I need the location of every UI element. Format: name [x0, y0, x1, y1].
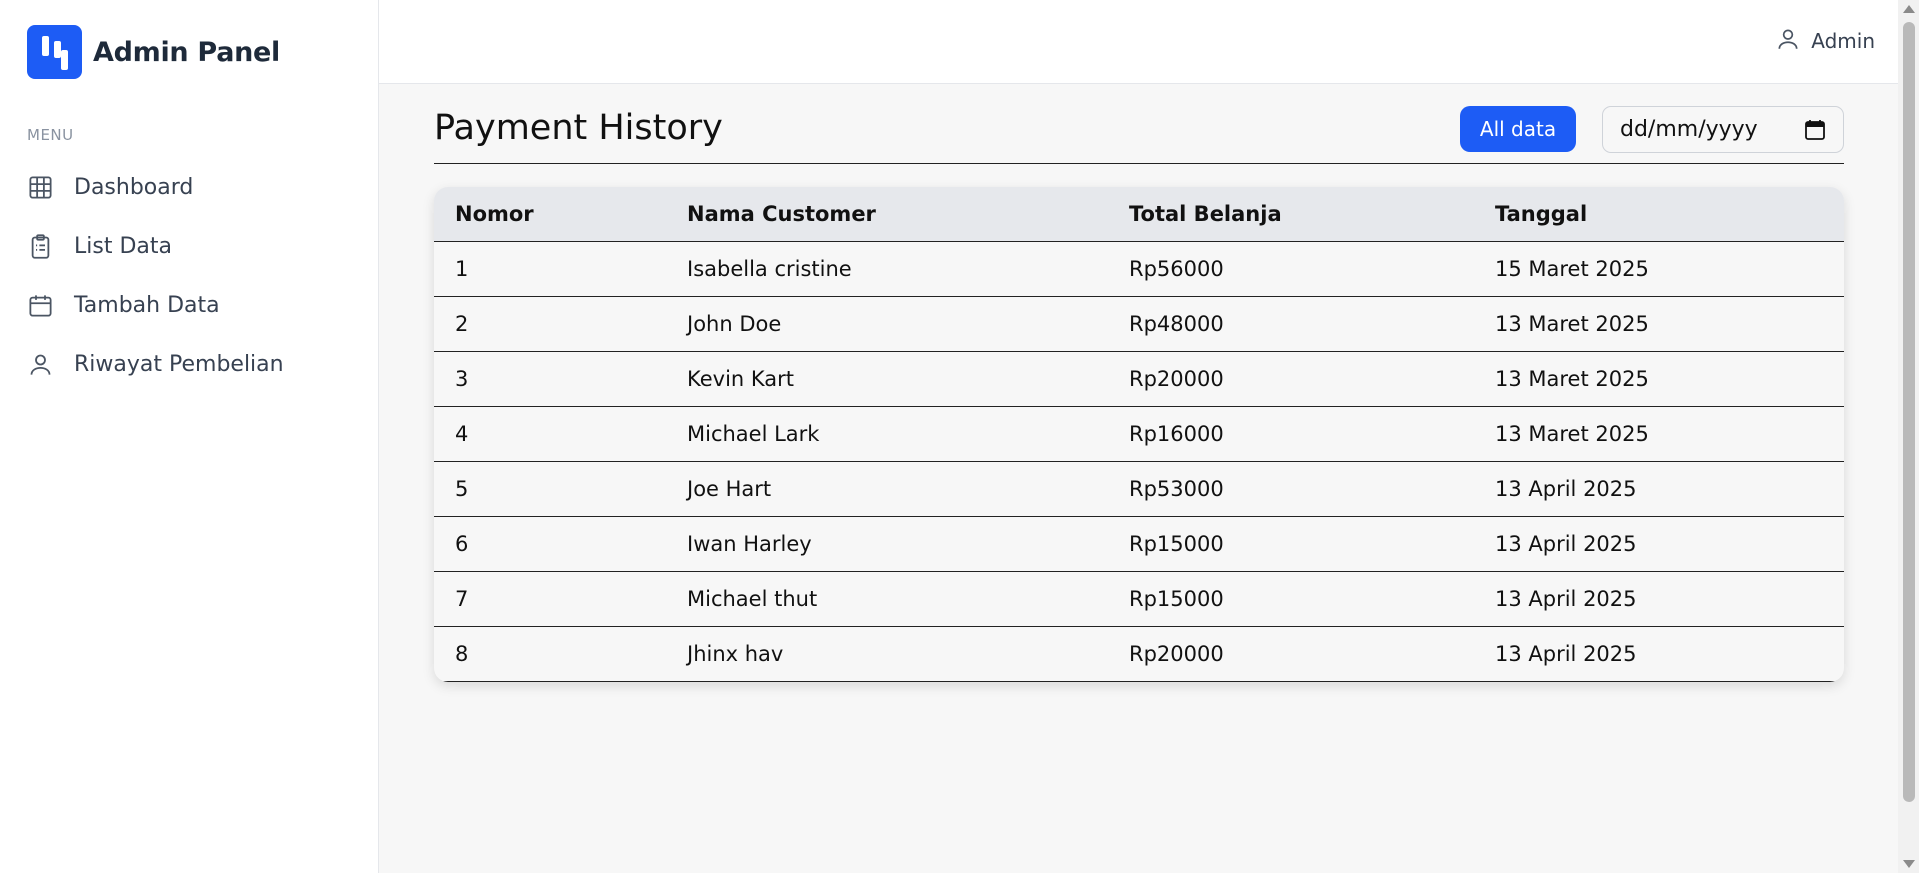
cell-nomor: 6 — [434, 516, 666, 572]
cell-nama-customer: Iwan Harley — [666, 516, 1108, 572]
sidebar-item-label: Riwayat Pembelian — [74, 351, 284, 377]
user-menu[interactable]: Admin — [1775, 26, 1875, 56]
cell-nama-customer: John Doe — [666, 296, 1108, 352]
cell-tanggal: 13 Maret 2025 — [1474, 406, 1844, 462]
brand-title: Admin Panel — [93, 36, 281, 68]
calendar-icon — [27, 291, 63, 319]
cell-tanggal: 13 Maret 2025 — [1474, 351, 1844, 407]
cell-tanggal: 13 April 2025 — [1474, 516, 1844, 572]
cell-nomor: 7 — [434, 571, 666, 627]
table-row[interactable]: 5 Joe Hart Rp53000 13 April 2025 — [434, 461, 1844, 517]
cell-nomor: 2 — [434, 296, 666, 352]
cell-nomor: 5 — [434, 461, 666, 517]
user-icon — [1775, 26, 1801, 56]
calendar-icon[interactable] — [1805, 119, 1825, 140]
all-data-button[interactable]: All data — [1460, 106, 1576, 152]
sidebar-item-dashboard[interactable]: Dashboard — [27, 165, 357, 209]
table-row[interactable]: 3 Kevin Kart Rp20000 13 Maret 2025 — [434, 351, 1844, 407]
user-icon — [27, 350, 63, 378]
column-header-tanggal[interactable]: Tanggal — [1474, 187, 1844, 242]
cell-nomor: 3 — [434, 351, 666, 407]
page-title: Payment History — [434, 108, 723, 148]
cell-tanggal: 15 Maret 2025 — [1474, 241, 1844, 297]
sidebar-nav: Dashboard List Data Tambah Data Riwayat … — [27, 165, 357, 401]
cell-total-belanja: Rp16000 — [1108, 406, 1474, 462]
date-placeholder: dd/mm/yyyy — [1620, 117, 1758, 142]
page-scrollbar[interactable] — [1898, 0, 1919, 873]
cell-nomor: 1 — [434, 241, 666, 297]
sidebar-item-label: Tambah Data — [74, 292, 220, 318]
cell-nama-customer: Isabella cristine — [666, 241, 1108, 297]
sidebar-item-riwayat-pembelian[interactable]: Riwayat Pembelian — [27, 342, 357, 386]
cell-nama-customer: Joe Hart — [666, 461, 1108, 517]
user-name: Admin — [1811, 29, 1875, 53]
cell-total-belanja: Rp56000 — [1108, 241, 1474, 297]
payment-table: Nomor Nama Customer Total Belanja Tangga… — [434, 187, 1844, 682]
cell-tanggal: 13 April 2025 — [1474, 461, 1844, 517]
sidebar-item-list-data[interactable]: List Data — [27, 224, 357, 268]
cell-total-belanja: Rp20000 — [1108, 351, 1474, 407]
cell-nama-customer: Michael thut — [666, 571, 1108, 627]
date-filter-input[interactable]: dd/mm/yyyy — [1602, 106, 1844, 153]
table-header-row: Nomor Nama Customer Total Belanja Tangga… — [434, 187, 1844, 242]
menu-label: MENU — [27, 126, 74, 144]
cell-nama-customer: Kevin Kart — [666, 351, 1108, 407]
table-row[interactable]: 7 Michael thut Rp15000 13 April 2025 — [434, 571, 1844, 627]
table-row[interactable]: 4 Michael Lark Rp16000 13 Maret 2025 — [434, 406, 1844, 462]
scrollbar-thumb[interactable] — [1903, 22, 1915, 802]
payment-table-card: Nomor Nama Customer Total Belanja Tangga… — [434, 187, 1844, 682]
cell-total-belanja: Rp20000 — [1108, 626, 1474, 682]
cell-total-belanja: Rp15000 — [1108, 516, 1474, 572]
scroll-down-arrow-icon[interactable] — [1903, 860, 1915, 868]
sidebar-item-label: List Data — [74, 233, 172, 259]
brand[interactable]: Admin Panel — [27, 25, 280, 79]
topbar: Admin — [379, 0, 1898, 84]
table-row[interactable]: 1 Isabella cristine Rp56000 15 Maret 202… — [434, 241, 1844, 297]
clipboard-icon — [27, 232, 63, 260]
cell-tanggal: 13 April 2025 — [1474, 571, 1844, 627]
table-row[interactable]: 6 Iwan Harley Rp15000 13 April 2025 — [434, 516, 1844, 572]
cell-tanggal: 13 Maret 2025 — [1474, 296, 1844, 352]
sidebar-item-label: Dashboard — [74, 174, 194, 200]
cell-total-belanja: Rp15000 — [1108, 571, 1474, 627]
cell-nama-customer: Jhinx hav — [666, 626, 1108, 682]
cell-nama-customer: Michael Lark — [666, 406, 1108, 462]
sidebar: Admin Panel MENU Dashboard List Data Tam… — [0, 0, 379, 873]
cell-tanggal: 13 April 2025 — [1474, 626, 1844, 682]
main-content: Payment History All data dd/mm/yyyy Nomo… — [434, 84, 1844, 682]
scroll-up-arrow-icon[interactable] — [1903, 5, 1915, 13]
cell-total-belanja: Rp53000 — [1108, 461, 1474, 517]
cell-total-belanja: Rp48000 — [1108, 296, 1474, 352]
cell-nomor: 4 — [434, 406, 666, 462]
table-row[interactable]: 8 Jhinx hav Rp20000 13 April 2025 — [434, 626, 1844, 682]
brand-logo-icon — [27, 25, 82, 79]
table-row[interactable]: 2 John Doe Rp48000 13 Maret 2025 — [434, 296, 1844, 352]
column-header-total-belanja[interactable]: Total Belanja — [1108, 187, 1474, 242]
cell-nomor: 8 — [434, 626, 666, 682]
sidebar-item-tambah-data[interactable]: Tambah Data — [27, 283, 357, 327]
column-header-nomor[interactable]: Nomor — [434, 187, 666, 242]
column-header-nama-customer[interactable]: Nama Customer — [666, 187, 1108, 242]
page-header: Payment History All data dd/mm/yyyy — [434, 84, 1844, 164]
grid-icon — [27, 173, 63, 201]
